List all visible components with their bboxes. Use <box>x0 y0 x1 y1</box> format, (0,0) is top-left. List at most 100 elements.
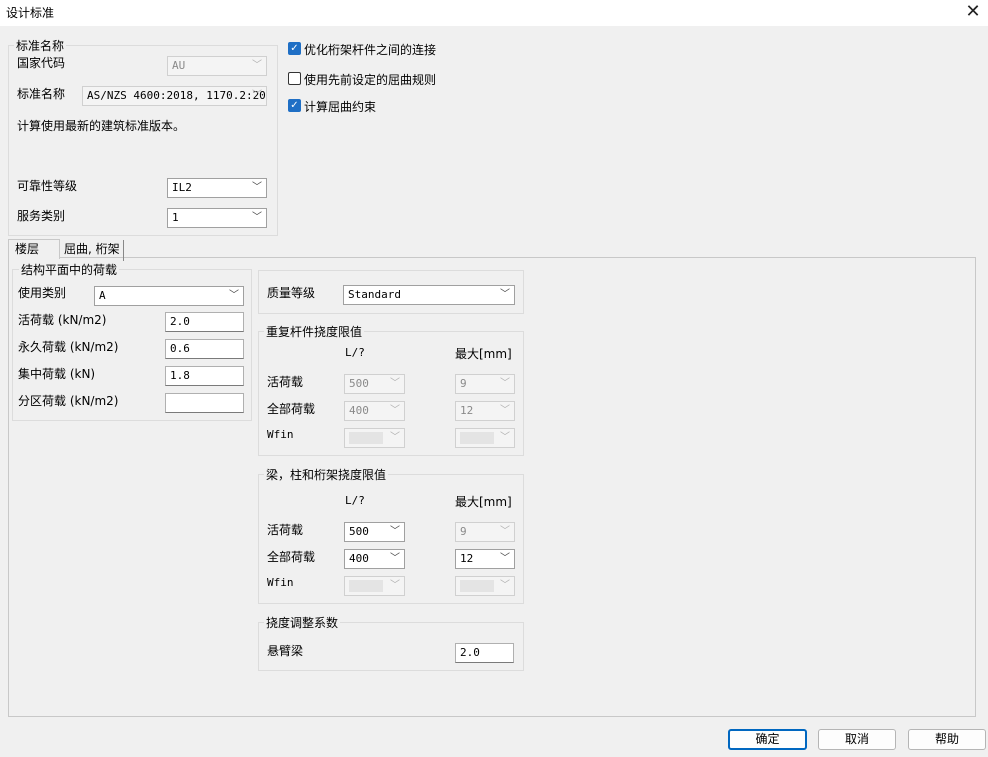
beam-col-l: L/? <box>345 494 365 507</box>
repeated-col-l: L/? <box>345 346 365 359</box>
permanent-load-label: 永久荷载 (kN/m2) <box>18 340 119 354</box>
repeated-live-l-value: 500 <box>349 377 369 390</box>
reliability-select[interactable]: IL2 ﹀ <box>167 178 267 198</box>
cantilever-label: 悬臂梁 <box>267 644 304 658</box>
usage-class-select[interactable]: A ﹀ <box>94 286 244 306</box>
chevron-down-icon: ﹀ <box>390 580 400 591</box>
checkmark-icon: ✓ <box>290 43 299 54</box>
standard-name-select: AS/NZS 4600:2018, 1170.2:20 ﹀ <box>82 86 267 106</box>
cancel-button[interactable]: 取消 <box>818 729 896 750</box>
chevron-down-icon: ﹀ <box>252 90 262 101</box>
cantilever-input[interactable]: 2.0 <box>455 643 514 663</box>
beam-live-label: 活荷载 <box>267 523 304 537</box>
checkmark-icon: ✓ <box>290 100 299 111</box>
repeated-live-max-select: 9 ﹀ <box>455 374 515 394</box>
service-class-label: 服务类别 <box>17 209 66 223</box>
standard-group-title: 标准名称 <box>14 37 67 54</box>
empty-value <box>349 432 383 444</box>
reliability-label: 可靠性等级 <box>17 179 78 193</box>
chevron-down-icon: ﹀ <box>500 405 510 416</box>
quality-class-value: Standard <box>348 288 401 301</box>
partition-load-input[interactable] <box>165 393 244 413</box>
beam-col-max: 最大[mm] <box>455 495 512 509</box>
repeated-total-max-select: 12 ﹀ <box>455 401 515 421</box>
quality-class-label: 质量等级 <box>267 286 316 300</box>
usage-class-value: A <box>99 289 106 302</box>
repeated-live-l-select: 500 ﹀ <box>344 374 405 394</box>
repeated-wfin-max-select: ﹀ <box>455 428 515 448</box>
chevron-down-icon: ﹀ <box>390 405 400 416</box>
chevron-down-icon: ﹀ <box>500 432 510 443</box>
service-class-select[interactable]: 1 ﹀ <box>167 208 267 228</box>
tab-floor[interactable]: 楼层 <box>8 239 60 259</box>
use-previous-buckling-checkbox[interactable] <box>288 72 301 85</box>
partition-load-label: 分区荷载 (kN/m2) <box>18 394 119 408</box>
empty-value <box>460 580 494 592</box>
beam-total-max-select[interactable]: 12 ﹀ <box>455 549 515 569</box>
beam-wfin-label: Wfin <box>267 576 294 589</box>
deflection-factor-title: 挠度调整系数 <box>264 614 341 631</box>
repeated-deflection-title: 重复杆件挠度限值 <box>264 323 365 340</box>
beam-total-l-value: 400 <box>349 552 369 565</box>
tab-buckling-truss-label: 屈曲, 桁架 <box>64 242 120 256</box>
tab-floor-label: 楼层 <box>15 242 40 256</box>
beam-live-max-value: 9 <box>460 525 467 538</box>
concentrated-load-label: 集中荷载 (kN) <box>18 367 96 381</box>
compute-buckling-checkbox[interactable]: ✓ <box>288 99 301 112</box>
country-code-value: AU <box>172 59 186 72</box>
chevron-down-icon: ﹀ <box>500 580 510 591</box>
reliability-value: IL2 <box>172 181 192 194</box>
chevron-down-icon: ﹀ <box>500 378 510 389</box>
chevron-down-icon: ﹀ <box>252 60 262 71</box>
chevron-down-icon: ﹀ <box>252 182 262 193</box>
live-load-label: 活荷载 (kN/m2) <box>18 311 106 328</box>
standard-name-value: AS/NZS 4600:2018, 1170.2:20 <box>87 89 266 102</box>
chevron-down-icon: ﹀ <box>390 526 400 537</box>
help-button[interactable]: 帮助 <box>908 729 986 750</box>
live-load-label-text: 活荷载 (kN/m2) <box>18 313 107 327</box>
repeated-live-max-value: 9 <box>460 377 467 390</box>
chevron-down-icon: ﹀ <box>500 553 510 564</box>
optimize-truss-label[interactable]: 优化桁架杆件之间的连接 <box>304 41 436 58</box>
repeated-total-label: 全部荷载 <box>267 402 316 416</box>
chevron-down-icon: ﹀ <box>390 553 400 564</box>
country-code-select: AU ﹀ <box>167 56 267 76</box>
chevron-down-icon: ﹀ <box>500 289 510 300</box>
concentrated-load-input[interactable]: 1.8 <box>165 366 244 386</box>
optimize-truss-checkbox[interactable]: ✓ <box>288 42 301 55</box>
beam-total-l-select[interactable]: 400 ﹀ <box>344 549 405 569</box>
repeated-wfin-l-select: ﹀ <box>344 428 405 448</box>
loads-group-title: 结构平面中的荷载 <box>19 261 120 278</box>
chevron-down-icon: ﹀ <box>252 212 262 223</box>
beam-total-max-value: 12 <box>460 552 474 565</box>
beam-live-l-value: 500 <box>349 525 369 538</box>
close-icon[interactable]: ✕ <box>962 1 984 23</box>
beam-total-label: 全部荷载 <box>267 550 316 564</box>
beam-deflection-title: 梁，柱和桁架挠度限值 <box>264 466 389 483</box>
chevron-down-icon: ﹀ <box>390 378 400 389</box>
standard-name-label: 标准名称 <box>17 87 66 101</box>
beam-live-max-select: 9 ﹀ <box>455 522 515 542</box>
compute-buckling-label[interactable]: 计算屈曲约束 <box>304 98 376 115</box>
beam-live-l-select[interactable]: 500 ﹀ <box>344 522 405 542</box>
chevron-down-icon: ﹀ <box>390 432 400 443</box>
repeated-wfin-label: Wfin <box>267 428 294 441</box>
standard-note: 计算使用最新的建筑标准版本。 <box>17 119 186 133</box>
beam-wfin-l-select: ﹀ <box>344 576 405 596</box>
chevron-down-icon: ﹀ <box>229 290 239 301</box>
use-previous-buckling-label[interactable]: 使用先前设定的屈曲规则 <box>304 71 436 88</box>
title-bar <box>0 0 988 26</box>
tab-buckling-truss[interactable]: 屈曲, 桁架 <box>60 240 124 261</box>
repeated-col-max: 最大[mm] <box>455 347 512 361</box>
usage-class-label: 使用类别 <box>18 286 67 300</box>
live-load-input[interactable]: 2.0 <box>165 312 244 332</box>
beam-wfin-max-select: ﹀ <box>455 576 515 596</box>
repeated-total-max-value: 12 <box>460 404 474 417</box>
repeated-total-l-select: 400 ﹀ <box>344 401 405 421</box>
quality-class-select[interactable]: Standard ﹀ <box>343 285 515 305</box>
country-code-label: 国家代码 <box>17 56 66 70</box>
window-title: 设计标准 <box>6 6 55 20</box>
ok-button[interactable]: 确定 <box>728 729 807 750</box>
permanent-load-input[interactable]: 0.6 <box>165 339 244 359</box>
repeated-total-l-value: 400 <box>349 404 369 417</box>
